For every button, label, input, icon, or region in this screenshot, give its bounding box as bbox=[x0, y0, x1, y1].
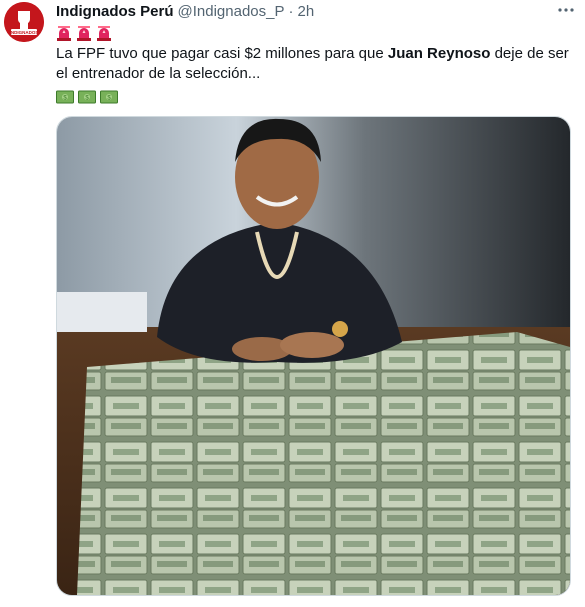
tweet-header: Indignados Perú @Indignados_P · 2h bbox=[56, 2, 575, 22]
tweet-photo[interactable] bbox=[56, 116, 571, 596]
tweet-body: La FPF tuvo que pagar casi $2 millones p… bbox=[56, 22, 571, 108]
tweet[interactable]: INDIGNADOS Indignados Perú @Indignados_P… bbox=[0, 0, 585, 607]
avatar-wordmark: INDIGNADOS bbox=[10, 30, 39, 35]
siren-emoji bbox=[57, 26, 71, 41]
fist-logo-icon: INDIGNADOS bbox=[4, 2, 44, 42]
siren-emoji bbox=[97, 26, 111, 41]
more-options-button[interactable] bbox=[555, 0, 577, 20]
author-handle[interactable]: @Indignados_P bbox=[178, 2, 285, 22]
money-emoji: $ bbox=[100, 90, 118, 104]
avatar[interactable]: INDIGNADOS bbox=[4, 2, 44, 42]
author-name[interactable]: Indignados Perú bbox=[56, 2, 174, 22]
money-emoji: $ bbox=[78, 90, 96, 104]
tweet-text-start: La FPF tuvo que pagar casi $2 millones p… bbox=[56, 45, 388, 62]
siren-emoji bbox=[77, 26, 91, 41]
more-dots-icon bbox=[558, 8, 574, 12]
money-emoji: $ bbox=[56, 90, 74, 104]
photo-man-with-money-stacks bbox=[57, 117, 570, 595]
separator: · bbox=[288, 3, 294, 20]
money-emoji-row: $ $ $ bbox=[56, 86, 571, 108]
timestamp[interactable]: 2h bbox=[298, 2, 315, 22]
siren-emoji-row bbox=[56, 22, 571, 44]
tweet-text: La FPF tuvo que pagar casi $2 millones p… bbox=[56, 44, 571, 84]
tweet-text-bold: Juan Reynoso bbox=[387, 45, 491, 62]
